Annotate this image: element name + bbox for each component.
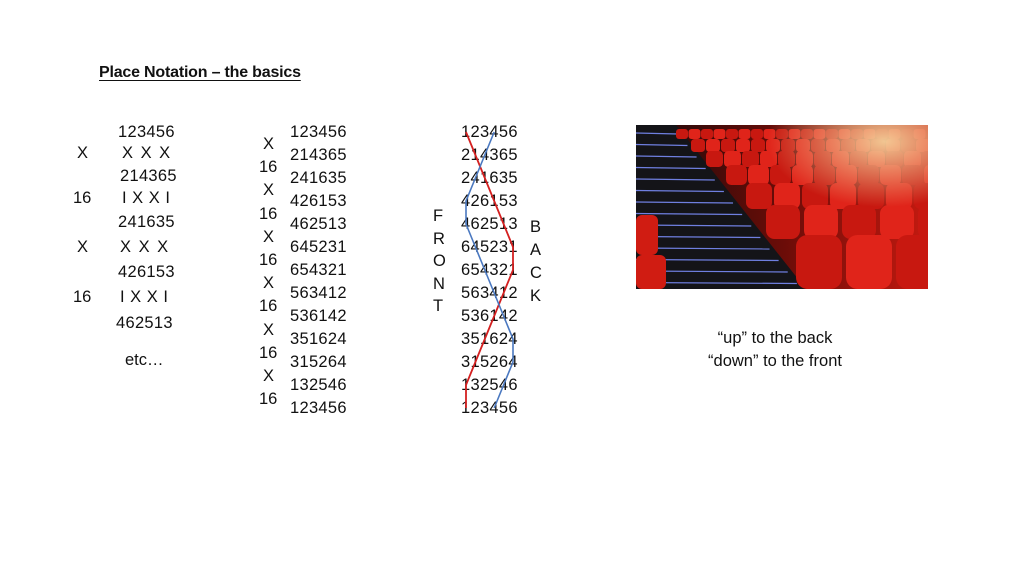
- notation-label: X: [263, 227, 275, 246]
- row: 214365: [120, 167, 177, 185]
- row: 123456: [461, 123, 518, 141]
- back-label-letter: B: [530, 218, 542, 236]
- row: 536142: [290, 307, 347, 325]
- notation-label: 16: [73, 189, 92, 207]
- back-label-letter: C: [530, 264, 542, 282]
- row: 426153: [118, 263, 175, 281]
- row: 654321: [290, 261, 347, 279]
- change: X X X: [122, 144, 171, 162]
- change: I X X I: [122, 189, 170, 207]
- caption-line-up: “up” to the back: [717, 329, 833, 347]
- page-title: Place Notation – the basics: [99, 64, 301, 81]
- change: X X X: [120, 238, 169, 256]
- notation-label: 16: [259, 297, 278, 316]
- row: 462513: [290, 215, 347, 233]
- row: 132546: [290, 376, 347, 394]
- back-label-letter: A: [530, 241, 542, 259]
- theatre-seats-photo: [636, 125, 928, 289]
- row: 462513: [461, 215, 518, 233]
- row: 351624: [461, 330, 518, 348]
- front-label-letter: O: [433, 252, 446, 270]
- row: 123456: [290, 123, 347, 141]
- row: 315264: [461, 353, 518, 371]
- row: 536142: [461, 307, 518, 325]
- notation-label: 16: [259, 204, 278, 223]
- row: 351624: [290, 330, 347, 348]
- notation-label: X: [77, 144, 89, 162]
- notation-label: X: [263, 274, 275, 293]
- etc-text: etc…: [125, 351, 164, 369]
- notation-label: X: [77, 238, 89, 256]
- row: 241635: [118, 213, 175, 231]
- row: 563412: [461, 284, 518, 302]
- row: 214365: [290, 146, 347, 164]
- notation-label: 16: [259, 158, 278, 177]
- notation-label: 16: [259, 251, 278, 269]
- row: 132546: [461, 376, 518, 394]
- front-label-letter: N: [433, 274, 445, 293]
- notation-label: X: [263, 181, 275, 200]
- row: 241635: [461, 169, 518, 187]
- change: I X X I: [120, 288, 168, 306]
- row: 214365: [461, 146, 518, 164]
- row: 645231: [461, 238, 518, 256]
- row: 426153: [290, 192, 347, 210]
- front-label-letter: R: [433, 229, 445, 248]
- row: 654321: [461, 261, 518, 279]
- caption-line-down: “down” to the front: [708, 352, 842, 370]
- row: 123456: [290, 399, 347, 417]
- row: 241635: [290, 169, 347, 187]
- notation-label: X: [263, 320, 275, 339]
- row: 462513: [116, 314, 173, 332]
- row: 563412: [290, 284, 347, 302]
- row: 123456: [118, 123, 175, 141]
- notation-label: 16: [73, 288, 92, 306]
- notation-label: X: [263, 367, 275, 385]
- back-label-letter: K: [530, 287, 542, 305]
- row: 123456: [461, 399, 518, 417]
- notation-label: 16: [259, 390, 278, 409]
- front-label-letter: T: [433, 297, 444, 315]
- row: 315264: [290, 353, 347, 371]
- row: 645231: [290, 238, 347, 256]
- row: 426153: [461, 192, 518, 210]
- front-label-letter: F: [433, 207, 444, 225]
- notation-label: X: [263, 135, 275, 153]
- notation-label: 16: [259, 343, 278, 362]
- caption: “up” to the back “down” to the front: [660, 327, 890, 373]
